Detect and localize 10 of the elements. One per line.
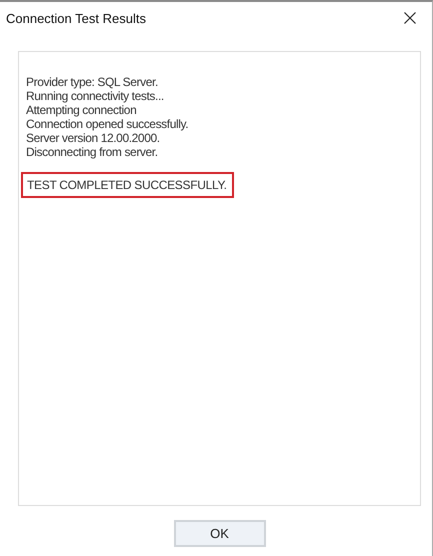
log-line: Disconnecting from server. <box>26 145 159 159</box>
close-icon[interactable] <box>404 12 416 24</box>
log-line: Attempting connection <box>26 103 138 117</box>
result-message: TEST COMPLETED SUCCESSFULLY. <box>21 172 234 198</box>
log-line: Server version 12.00.2000. <box>26 131 161 145</box>
log-line: Running connectivity tests... <box>26 89 165 103</box>
log-line: Provider type: SQL Server. <box>26 75 159 89</box>
window-title: Connection Test Results <box>6 10 146 26</box>
log-line: Connection opened successfully. <box>26 117 190 131</box>
ok-button[interactable]: OK <box>174 520 266 547</box>
